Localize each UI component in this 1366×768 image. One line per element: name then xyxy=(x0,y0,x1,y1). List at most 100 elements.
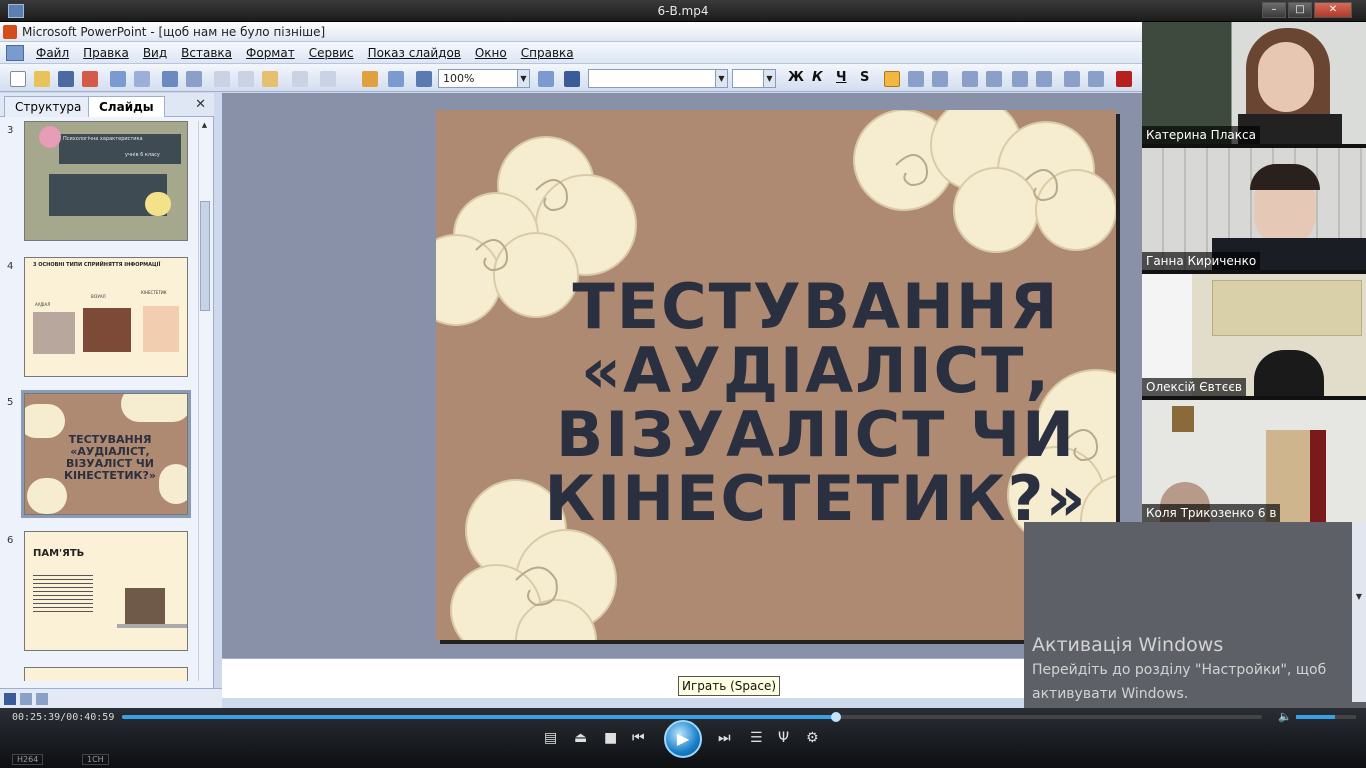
participant-name: Олексій Євтєєв xyxy=(1142,378,1246,396)
previous-icon[interactable]: ⏮ xyxy=(632,730,645,746)
align-right-icon[interactable] xyxy=(932,71,948,87)
menu-list-icon[interactable]: ☰ xyxy=(750,730,763,746)
print-preview-icon[interactable] xyxy=(134,71,150,87)
scrollbar-thumb[interactable] xyxy=(200,201,210,311)
align-left-icon[interactable] xyxy=(884,71,900,87)
font-color-icon[interactable] xyxy=(1116,71,1132,87)
font-size-select[interactable]: ▼ xyxy=(732,69,776,88)
player-window-title: 6-В.mp4 xyxy=(657,4,709,18)
seek-bar[interactable] xyxy=(122,712,1262,722)
slide-title[interactable]: ТЕСТУВАННЯ «АУДІАЛІСТ, ВІЗУАЛІСТ ЧИ КІНЕ… xyxy=(526,275,1106,531)
volume-slider[interactable] xyxy=(1296,715,1356,719)
next-icon[interactable]: ⏭ xyxy=(718,730,731,746)
decrease-indent-icon[interactable] xyxy=(1064,71,1080,87)
tab-outline[interactable]: Структура xyxy=(4,96,93,117)
open-folder-icon[interactable] xyxy=(34,71,50,87)
audio-track-icon[interactable]: Ψ xyxy=(778,730,789,746)
slide-thumbnail-6[interactable]: ПАМ'ЯТЬ xyxy=(24,531,188,651)
participant-tile[interactable]: Коля Трикозенко 6 в xyxy=(1142,400,1366,524)
eject-icon[interactable]: ⏏ xyxy=(574,730,587,746)
speaker-icon[interactable]: 🔈 xyxy=(1278,710,1292,723)
seek-handle[interactable] xyxy=(830,712,841,722)
slide-title-line: КІНЕСТЕТИК?» xyxy=(544,462,1088,535)
insert-table-icon[interactable] xyxy=(388,71,404,87)
shadow-button[interactable]: S xyxy=(860,70,869,85)
menu-insert[interactable]: Вставка xyxy=(181,46,232,60)
chevron-down-icon[interactable]: ▼ xyxy=(517,70,529,87)
play-tooltip: Играть (Space) xyxy=(678,676,781,696)
minimize-button[interactable]: – xyxy=(1262,2,1286,18)
participant-name: Катерина Плакса xyxy=(1142,126,1260,144)
settings-gear-icon[interactable]: ⚙ xyxy=(806,730,819,746)
cut-icon[interactable] xyxy=(214,71,230,87)
thumb3-line2: учнів 6 класу xyxy=(125,152,160,158)
slide-thumbnail-5[interactable]: ТЕСТУВАННЯ «АУДІАЛІСТ, ВІЗУАЛІСТ ЧИ КІНЕ… xyxy=(21,390,191,518)
new-doc-icon[interactable] xyxy=(10,71,26,87)
slide-thumbnail-4[interactable]: 3 ОСНОВНІ ТИПИ СПРИЙНЯТТЯ ІНФОРМАЦІЇ АУД… xyxy=(24,257,188,377)
panel-tabs: Структура Слайды ✕ xyxy=(0,93,214,117)
italic-button[interactable]: К xyxy=(812,70,823,85)
align-center-icon[interactable] xyxy=(908,71,924,87)
stop-icon[interactable]: ■ xyxy=(604,730,617,746)
insert-chart-icon[interactable] xyxy=(362,71,378,87)
participant-tile[interactable]: Олексій Євтєєв xyxy=(1142,274,1366,398)
close-button[interactable]: ✕ xyxy=(1314,2,1352,18)
scroll-up-icon[interactable]: ▲ xyxy=(199,121,210,129)
thumb4-title: 3 ОСНОВНІ ТИПИ СПРИЙНЯТТЯ ІНФОРМАЦІЇ xyxy=(33,262,161,268)
playlist-icon[interactable]: ▤ xyxy=(544,730,557,746)
slideshow-view-icon[interactable] xyxy=(36,693,48,705)
menu-view[interactable]: Вид xyxy=(143,46,167,60)
copy-icon[interactable] xyxy=(238,71,254,87)
toolbar-options-icon[interactable] xyxy=(564,71,580,87)
participant-tile[interactable]: Катерина Плакса xyxy=(1142,22,1366,146)
current-slide[interactable]: ТЕСТУВАННЯ «АУДІАЛІСТ, ВІЗУАЛІСТ ЧИ КІНЕ… xyxy=(436,110,1116,640)
maximize-button[interactable]: □ xyxy=(1288,2,1312,18)
participants-scrollbar[interactable]: ▼ xyxy=(1352,522,1366,702)
slide-number: 5 xyxy=(7,397,14,408)
menu-edit[interactable]: Правка xyxy=(83,46,129,60)
spelling-icon[interactable] xyxy=(162,71,178,87)
help-icon[interactable] xyxy=(538,71,554,87)
increase-font-icon[interactable] xyxy=(1012,71,1028,87)
bullets-icon[interactable] xyxy=(986,71,1002,87)
normal-view-icon[interactable] xyxy=(4,693,16,705)
format-painter-icon[interactable] xyxy=(262,71,278,87)
menu-file[interactable]: Файл xyxy=(36,46,69,60)
slide-sorter-icon[interactable] xyxy=(20,693,32,705)
decrease-font-icon[interactable] xyxy=(1036,71,1052,87)
document-icon[interactable] xyxy=(6,45,24,61)
thumb4-label-visual: ВІЗУАЛ xyxy=(91,294,106,299)
menu-help[interactable]: Справка xyxy=(521,46,574,60)
slide-thumbnail-list[interactable]: 3 Психологічна характеристика учнів 6 кл… xyxy=(0,121,198,681)
chevron-down-icon[interactable]: ▼ xyxy=(715,70,727,87)
save-icon[interactable] xyxy=(58,71,74,87)
menu-window[interactable]: Окно xyxy=(475,46,507,60)
participant-tile[interactable]: Ганна Кириченко xyxy=(1142,148,1366,272)
chevron-down-icon[interactable]: ▼ xyxy=(763,70,775,87)
print-icon[interactable] xyxy=(110,71,126,87)
thumbnails-scrollbar[interactable]: ▲ xyxy=(198,121,210,681)
menu-tools[interactable]: Сервис xyxy=(309,46,354,60)
zoom-select[interactable]: 100% ▼ xyxy=(438,69,530,88)
slide-thumbnail-7[interactable] xyxy=(24,667,188,681)
menu-format[interactable]: Формат xyxy=(246,46,295,60)
scroll-down-icon[interactable]: ▼ xyxy=(1352,592,1366,601)
play-button[interactable]: ▶ xyxy=(664,720,702,758)
close-icon[interactable]: ✕ xyxy=(195,97,206,112)
underline-button[interactable]: Ч xyxy=(836,70,847,85)
tab-slides[interactable]: Слайды xyxy=(88,96,165,117)
increase-indent-icon[interactable] xyxy=(1088,71,1104,87)
font-name-select[interactable]: ▼ xyxy=(588,69,728,88)
slide-thumbnail-3[interactable]: Психологічна характеристика учнів 6 клас… xyxy=(24,121,188,241)
numbering-icon[interactable] xyxy=(962,71,978,87)
redo-icon[interactable] xyxy=(320,71,336,87)
permission-icon[interactable] xyxy=(82,71,98,87)
grid-icon[interactable] xyxy=(416,71,432,87)
research-icon[interactable] xyxy=(186,71,202,87)
undo-icon[interactable] xyxy=(292,71,308,87)
slide-title-line: ВІЗУАЛІСТ ЧИ xyxy=(555,398,1077,471)
activation-line1: Перейдіть до розділу "Настройки", щоб xyxy=(1032,662,1327,678)
bold-button[interactable]: Ж xyxy=(788,70,804,85)
thumb3-line1: Психологічна характеристика xyxy=(63,136,143,142)
menu-slideshow[interactable]: Показ слайдов xyxy=(368,46,461,60)
